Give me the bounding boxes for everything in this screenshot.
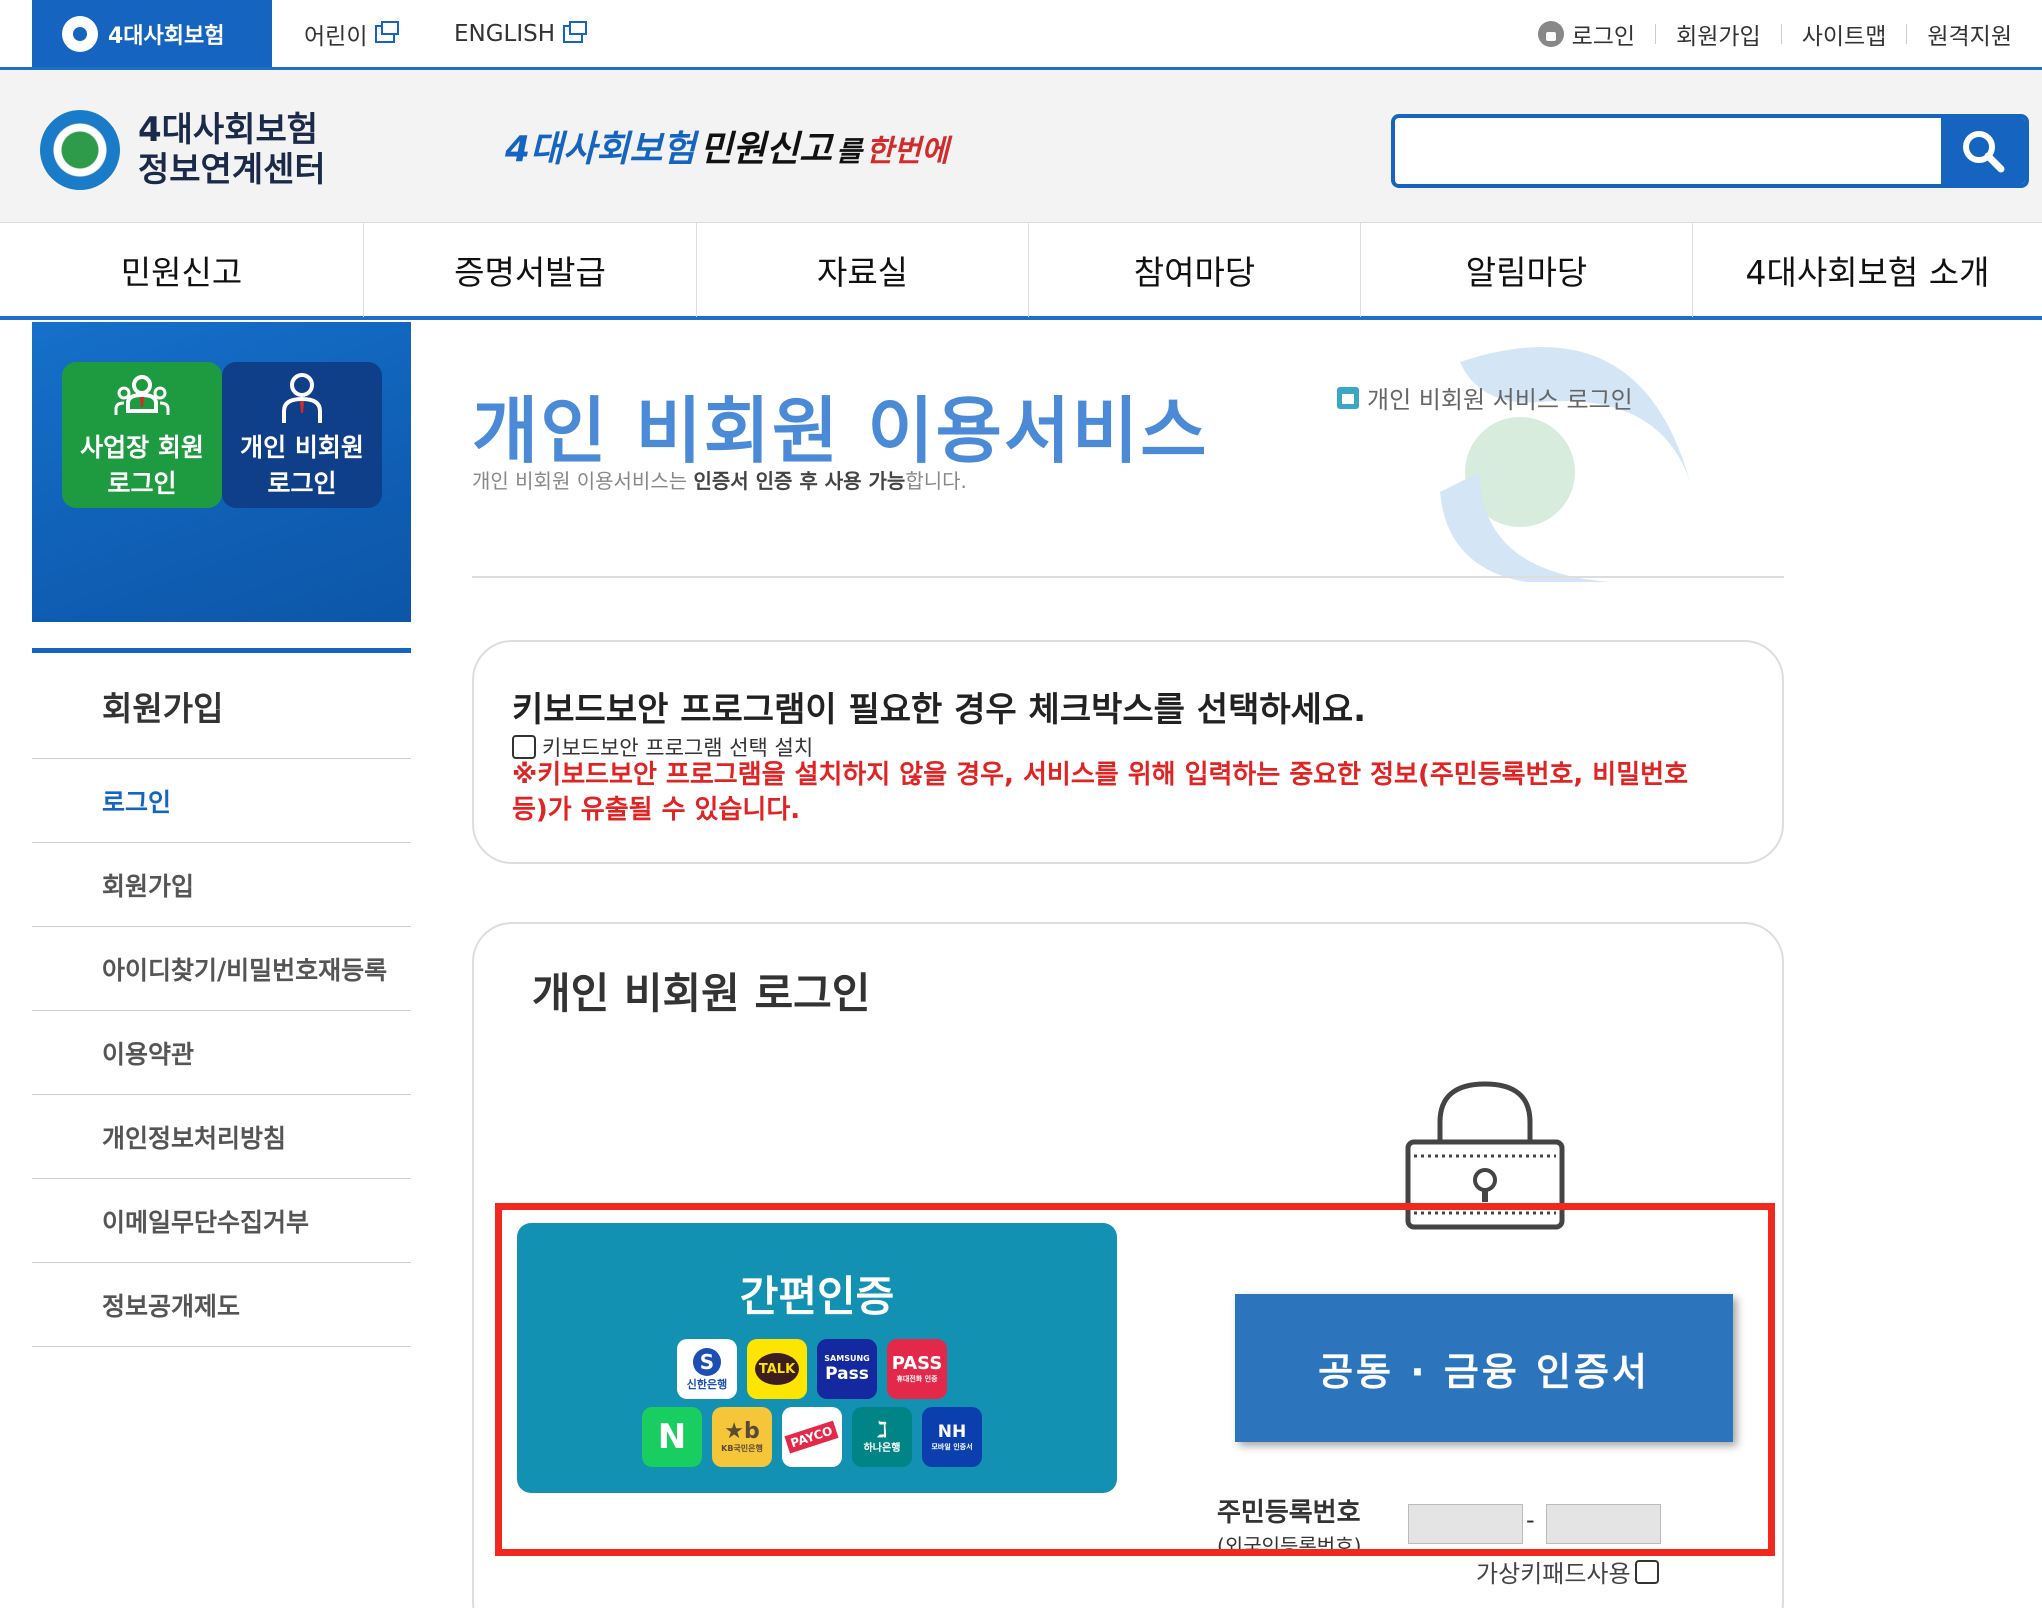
home-tab-4insurance[interactable]: 4대사회보험: [32, 0, 272, 67]
desc-prefix: 개인 비회원 이용서비스는: [472, 469, 694, 493]
home-tab-label: 4대사회보험: [108, 23, 225, 49]
gnb-item-participation[interactable]: 참여마당: [1029, 223, 1361, 317]
notice-warning: ※키보드보안 프로그램을 설치하지 않을 경우, 서비스를 위해 입력하는 중요…: [512, 760, 1688, 825]
slogan-part2: 민원신고: [699, 129, 833, 170]
join-link[interactable]: 회원가입: [1676, 17, 1761, 51]
main-navigation: 민원신고 증명서발급 자료실 참여마당 알림마당 4대사회보험 소개: [0, 222, 2042, 320]
gnb-item-notice[interactable]: 알림마당: [1361, 223, 1693, 317]
divider: [1780, 23, 1782, 44]
top-utility-bar: 4대사회보험 어린이 ENGLISH 로그인 회원가입 사이트맵 원격지원: [0, 0, 2042, 70]
page-description: 개인 비회원 이용서비스는 인증서 인증 후 사용 가능합니다.: [472, 465, 967, 494]
keyboard-security-checkbox[interactable]: [512, 735, 536, 759]
title-divider: [472, 576, 1784, 578]
side-menu-item-join[interactable]: 회원가입: [32, 843, 411, 927]
lock-icon: [1537, 20, 1564, 47]
gnb-item-about[interactable]: 4대사회보험 소개: [1693, 223, 2042, 317]
english-link[interactable]: ENGLISH: [454, 0, 588, 67]
business-login-line1: 사업장 회원: [80, 433, 204, 462]
business-login-line2: 로그인: [107, 469, 177, 498]
brand-logo-icon: [40, 110, 120, 190]
person-icon: [282, 373, 322, 423]
english-link-label: ENGLISH: [454, 20, 556, 47]
gnb-item-minwon[interactable]: 민원신고: [0, 223, 364, 317]
virtual-keypad-row[interactable]: 가상키패드사용: [1476, 1554, 1659, 1589]
side-menu-item-find-id[interactable]: 아이디찾기/비밀번호재등록: [32, 927, 411, 1011]
side-menu-item-terms[interactable]: 이용약관: [32, 1011, 411, 1095]
side-menu-item-login[interactable]: 로그인: [32, 759, 411, 843]
new-window-icon: [563, 20, 588, 43]
business-group-icon: [114, 375, 170, 415]
brand-line2: 정보연계센터: [138, 150, 326, 190]
notice-title: 키보드보안 프로그램이 필요한 경우 체크박스를 선택하세요.: [512, 690, 1367, 730]
divider: [1906, 23, 1908, 44]
search-input[interactable]: [1395, 118, 1945, 184]
divider: [1655, 23, 1657, 44]
remote-support-link[interactable]: 원격지원: [1927, 17, 2012, 51]
desc-suffix: 합니다.: [905, 469, 967, 493]
business-member-login-button[interactable]: 사업장 회원 로그인: [62, 362, 222, 508]
kids-link[interactable]: 어린이: [304, 0, 400, 67]
login-title: 개인 비회원 로그인: [532, 969, 871, 1018]
keyboard-security-notice: 키보드보안 프로그램이 필요한 경우 체크박스를 선택하세요. 키보드보안 프로…: [472, 640, 1784, 864]
search-button[interactable]: [1941, 118, 2025, 184]
gnb-item-archive[interactable]: 자료실: [697, 223, 1029, 317]
slogan-banner: 4대사회보험 민원신고 를 한번에: [505, 120, 949, 172]
side-menu: 회원가입 로그인 회원가입 아이디찾기/비밀번호재등록 이용약관 개인정보처리방…: [32, 648, 411, 1347]
slogan-part4: 한번에: [865, 134, 949, 169]
brand-name: 4대사회보험 정보연계센터: [138, 110, 326, 190]
side-menu-item-disclosure[interactable]: 정보공개제도: [32, 1263, 411, 1347]
virtual-keypad-label: 가상키패드사용: [1476, 1560, 1631, 1588]
site-logo[interactable]: 4대사회보험 정보연계센터: [40, 110, 326, 190]
breadcrumb: 개인 비회원 서비스 로그인: [1337, 380, 1633, 415]
virtual-keypad-checkbox[interactable]: [1634, 1559, 1659, 1584]
individual-login-line1: 개인 비회원: [240, 433, 364, 462]
search-icon: [1963, 131, 2005, 173]
slogan-part1: 4대사회보험: [505, 129, 696, 170]
brand-line1: 4대사회보험: [138, 110, 319, 150]
utility-links: 로그인 회원가입 사이트맵 원격지원: [1537, 0, 2012, 67]
breadcrumb-current: 개인 비회원 서비스 로그인: [1367, 386, 1633, 414]
gnb-item-certificate[interactable]: 증명서발급: [364, 223, 697, 317]
slogan-part3: 를: [836, 135, 862, 168]
watermark-logo-icon: [1440, 347, 1690, 582]
desc-bold: 인증서 인증 후 사용 가능: [693, 469, 906, 493]
new-window-icon: [375, 20, 400, 43]
site-header: 4대사회보험 정보연계센터 4대사회보험 민원신고 를 한번에: [0, 70, 2042, 222]
sitemap-link[interactable]: 사이트맵: [1802, 17, 1887, 51]
side-menu-title: 회원가입: [32, 653, 411, 759]
side-login-banner: 사업장 회원 로그인 개인 비회원 로그인: [32, 322, 411, 622]
kids-link-label: 어린이: [304, 23, 368, 50]
highlight-box: [495, 1203, 1775, 1556]
page-title: 개인 비회원 이용서비스: [472, 389, 1209, 473]
individual-login-line2: 로그인: [267, 469, 337, 498]
home-icon[interactable]: [1337, 386, 1359, 409]
login-link[interactable]: 로그인: [1572, 17, 1635, 51]
side-menu-item-privacy[interactable]: 개인정보처리방침: [32, 1095, 411, 1179]
search-box: [1391, 114, 2029, 188]
individual-nonmember-login-button[interactable]: 개인 비회원 로그인: [222, 362, 382, 508]
side-menu-item-email-policy[interactable]: 이메일무단수집거부: [32, 1179, 411, 1263]
logo-mini-icon: [62, 15, 98, 52]
